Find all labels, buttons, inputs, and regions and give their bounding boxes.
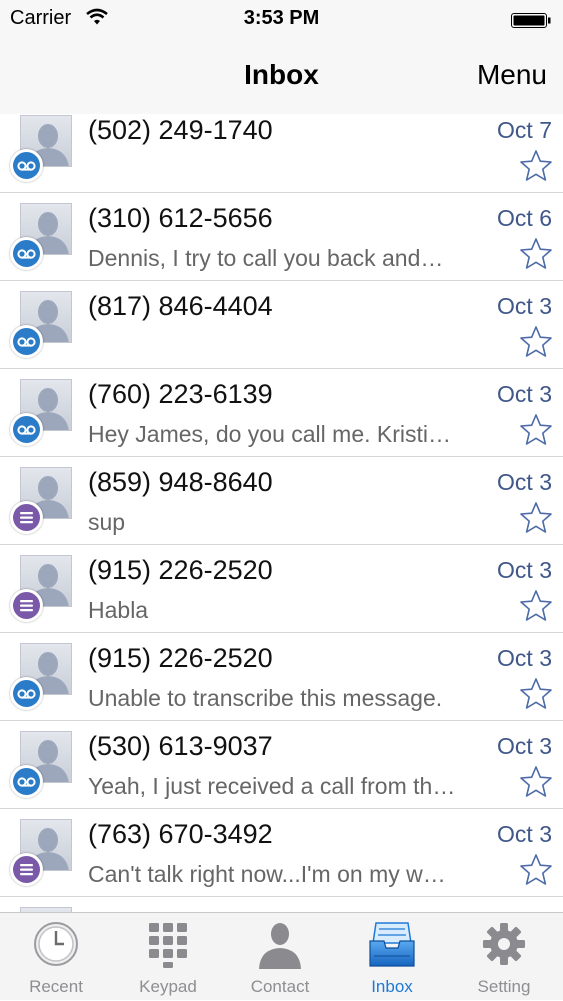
- message-row[interactable]: (310) 612-5656 Oct 6 Dennis, I try to call…: [0, 193, 563, 281]
- message-date: Oct 6: [497, 205, 552, 231]
- message-row[interactable]: (760) 223-6139 Oct 3 Hey James, do you cal…: [0, 369, 563, 457]
- menu-button[interactable]: Menu: [477, 59, 547, 91]
- caller-phone-number: (817) 846-4404: [88, 291, 273, 321]
- voicemail-icon: [10, 149, 43, 182]
- favorite-star-icon[interactable]: [519, 149, 553, 183]
- favorite-star-icon[interactable]: [519, 501, 553, 535]
- status-time: 3:53 PM: [243, 7, 320, 29]
- text-message-icon: [10, 589, 43, 622]
- caller-phone-number: (915) 226-2520: [88, 643, 273, 673]
- message-date: Oct 3: [497, 557, 552, 583]
- caller-phone-number: (760) 223-6139: [88, 379, 273, 409]
- favorite-star-icon[interactable]: [519, 325, 553, 359]
- message-preview: Yeah, I just received a call from th…: [88, 773, 456, 799]
- message-date: Oct 7: [497, 117, 552, 143]
- tab-keypad-label: Keypad: [139, 977, 197, 996]
- navigation-bar: Inbox Menu: [0, 38, 563, 115]
- favorite-star-icon[interactable]: [519, 677, 553, 711]
- keypad-icon: [143, 919, 193, 969]
- favorite-star-icon[interactable]: [519, 853, 553, 887]
- tab-recent[interactable]: Recent: [0, 913, 112, 1001]
- caller-phone-number: (763) 670-3492: [88, 819, 273, 849]
- inbox-list[interactable]: (502) 249-1740 Oct 7 (310) 612-5656 Oct 6 De…: [0, 114, 563, 912]
- message-row[interactable]: (817) 846-4404 Oct 3: [0, 281, 563, 369]
- caller-phone-number: (310) 612-5656: [88, 203, 273, 233]
- text-message-icon: [10, 501, 43, 534]
- message-preview: Habla: [88, 597, 149, 623]
- tab-inbox[interactable]: Inbox: [336, 913, 448, 1001]
- inbox-tray-icon: [367, 919, 417, 969]
- message-row[interactable]: (915) 226-2520 Oct 3 Habla: [0, 545, 563, 633]
- caller-phone-number: (502) 249-1740: [88, 115, 273, 145]
- voicemail-icon: [10, 237, 43, 270]
- message-row[interactable]: (530) 613-9037 Oct 3 Yeah, I just received…: [0, 721, 563, 809]
- voicemail-icon: [10, 413, 43, 446]
- message-date: Oct 3: [497, 733, 552, 759]
- gear-icon: [479, 919, 529, 969]
- message-date: Oct 3: [497, 821, 552, 847]
- battery-icon: [511, 11, 551, 28]
- tab-keypad[interactable]: Keypad: [112, 913, 224, 1001]
- voicemail-icon: [10, 677, 43, 710]
- message-date: Oct 3: [497, 293, 552, 319]
- message-row[interactable]: (502) 249-1740 Oct 7: [0, 114, 563, 193]
- tab-bar: Recent Keypad Contact Inbox Setting: [0, 912, 563, 1000]
- text-message-icon: [10, 853, 43, 886]
- message-preview: Dennis, I try to call you back and…: [88, 245, 444, 271]
- tab-setting-label: Setting: [477, 977, 531, 996]
- caller-phone-number: (915) 226-2520: [88, 555, 273, 585]
- favorite-star-icon[interactable]: [519, 237, 553, 271]
- message-preview: Unable to transcribe this message.: [88, 685, 443, 711]
- caller-phone-number: (530) 613-9037: [88, 731, 273, 761]
- message-row[interactable]: (915) 226-2520 Oct 3 Unable to transcribe …: [0, 633, 563, 721]
- voicemail-icon: [10, 325, 43, 358]
- tab-inbox-label: Inbox: [371, 977, 413, 996]
- clock-icon: [31, 919, 81, 969]
- person-icon: [255, 919, 305, 969]
- message-preview: Hey James, do you call me. Kristi…: [88, 421, 452, 447]
- caller-phone-number: (859) 948-8640: [88, 467, 273, 497]
- message-date: Oct 3: [497, 381, 552, 407]
- message-preview: Can't talk right now...I'm on my w…: [88, 861, 446, 887]
- message-date: Oct 3: [497, 469, 552, 495]
- message-preview: sup: [88, 509, 126, 535]
- tab-contact[interactable]: Contact: [224, 913, 336, 1001]
- message-row[interactable]: (763) 670-3492 Oct 3 Can't talk right now.…: [0, 809, 563, 897]
- voicemail-icon: [10, 765, 43, 798]
- tab-contact-label: Contact: [250, 977, 310, 996]
- message-row[interactable]: [0, 897, 563, 912]
- message-date: Oct 3: [497, 645, 552, 671]
- favorite-star-icon[interactable]: [519, 765, 553, 799]
- message-row[interactable]: (859) 948-8640 Oct 3 sup: [0, 457, 563, 545]
- tab-recent-label: Recent: [29, 977, 83, 996]
- favorite-star-icon[interactable]: [519, 413, 553, 447]
- tab-setting[interactable]: Setting: [448, 913, 560, 1001]
- status-bar: Carrier 3:53 PM: [0, 0, 563, 38]
- favorite-star-icon[interactable]: [519, 589, 553, 623]
